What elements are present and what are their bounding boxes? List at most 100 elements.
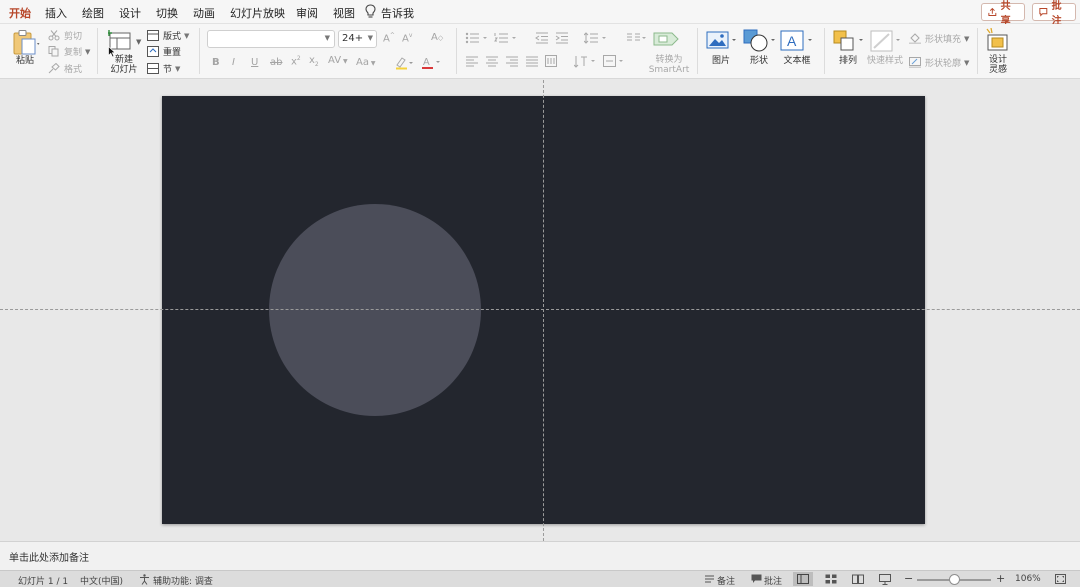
pen-outline-icon — [909, 57, 921, 68]
horizontal-guide[interactable] — [0, 309, 1080, 310]
section-button[interactable]: 节 ▼ — [147, 62, 180, 75]
ribbon-divider — [824, 28, 825, 74]
align-text-icon[interactable] — [603, 55, 629, 71]
decrease-font-icon[interactable]: Av — [402, 32, 412, 44]
comments-toggle[interactable]: 批注 — [764, 574, 782, 587]
notes-toggle[interactable]: 备注 — [717, 574, 735, 587]
language-indicator[interactable]: 中文(中国) — [80, 574, 123, 587]
reading-view-button[interactable] — [848, 572, 868, 586]
zoom-out-button[interactable]: − — [904, 572, 913, 585]
paste-label: 粘贴 — [15, 56, 34, 66]
picture-label: 图片 — [711, 56, 730, 66]
shapes-button[interactable] — [743, 29, 777, 56]
vertical-guide[interactable] — [543, 80, 544, 541]
decrease-indent-icon[interactable] — [535, 32, 549, 47]
copy-label: 复制 — [64, 48, 83, 58]
character-spacing-icon[interactable]: AV ▼ — [328, 55, 348, 66]
align-center-icon[interactable] — [486, 56, 498, 70]
tab-transitions[interactable]: 切换 — [156, 5, 178, 21]
increase-indent-icon[interactable] — [555, 32, 569, 47]
zoom-in-button[interactable]: + — [996, 572, 1005, 585]
new-slide-chevron-icon[interactable]: ▼ — [136, 38, 141, 46]
italic-icon[interactable]: I — [232, 57, 235, 68]
shape-fill-label: 形状填充 — [925, 35, 962, 45]
strikethrough-icon[interactable]: ab — [270, 57, 282, 68]
align-left-icon[interactable] — [466, 56, 478, 70]
designer-icon — [986, 27, 1008, 51]
justify-icon[interactable] — [526, 56, 538, 70]
tab-view[interactable]: 视图 — [333, 5, 355, 21]
copy-button[interactable]: 复制 ▼ — [48, 45, 90, 58]
clear-formatting-icon[interactable]: A◇ — [431, 32, 443, 43]
align-right-icon[interactable] — [506, 56, 518, 70]
subscript-icon[interactable]: x2 — [309, 55, 319, 68]
scissors-icon — [48, 30, 60, 41]
slide-sorter-button[interactable] — [821, 572, 841, 586]
notes-icon — [704, 574, 715, 587]
font-color-icon[interactable]: A — [421, 55, 443, 73]
bold-icon[interactable]: B — [212, 57, 220, 68]
shape-outline-button[interactable]: 形状轮廓 ▼ — [909, 56, 969, 69]
tell-me-search[interactable]: 告诉我 — [381, 5, 414, 21]
tab-animations[interactable]: 动画 — [193, 5, 215, 21]
arrange-button[interactable] — [833, 30, 867, 55]
line-spacing-icon[interactable] — [583, 32, 610, 47]
change-case-icon[interactable]: Aa ▼ — [356, 57, 376, 68]
slideshow-button[interactable] — [875, 572, 895, 586]
picture-icon — [706, 31, 736, 49]
arrange-label: 排列 — [838, 56, 857, 66]
underline-icon[interactable]: U — [251, 57, 258, 68]
slide-editing-pane[interactable] — [0, 80, 1080, 541]
numbering-icon[interactable] — [494, 32, 520, 47]
cut-button[interactable]: 剪切 — [48, 29, 82, 42]
svg-text:A: A — [787, 33, 797, 49]
tab-slideshow[interactable]: 幻灯片放映 — [230, 5, 285, 21]
share-label: 共享 — [1000, 1, 1011, 27]
tab-design[interactable]: 设计 — [119, 5, 141, 21]
columns-icon[interactable] — [626, 32, 648, 47]
increase-font-icon[interactable]: A^ — [383, 32, 395, 44]
brush-icon — [48, 62, 60, 74]
picture-button[interactable] — [706, 30, 738, 55]
format-painter-button[interactable]: 格式 — [48, 62, 82, 75]
cut-label: 剪切 — [64, 32, 83, 42]
circle-shape[interactable] — [269, 204, 481, 416]
bullets-icon[interactable] — [465, 32, 491, 47]
paste-icon — [13, 30, 40, 55]
normal-view-button[interactable] — [793, 572, 813, 586]
reset-button[interactable]: 重置 — [147, 45, 181, 58]
tab-review[interactable]: 审阅 — [296, 5, 318, 21]
quick-styles-button[interactable] — [869, 29, 905, 56]
mouse-cursor-icon — [108, 45, 117, 61]
text-direction-icon[interactable] — [573, 55, 600, 71]
comments-button[interactable]: 批注 — [1032, 1, 1076, 27]
font-size-value: 24+ — [342, 33, 364, 44]
menu-tab-bar: 开始 插入 绘图 设计 切换 动画 幻灯片放映 审阅 视图 告诉我 共享 批注 — [0, 0, 1080, 27]
textbox-icon: A — [780, 30, 812, 51]
comment-icon — [751, 574, 762, 587]
share-button[interactable]: 共享 — [981, 1, 1025, 27]
zoom-level[interactable]: 106% — [1015, 574, 1041, 584]
distributed-align-icon[interactable] — [545, 55, 557, 70]
accessibility-status[interactable]: 辅助功能: 调查 — [153, 574, 213, 587]
normal-view-icon — [797, 574, 809, 584]
shape-fill-button[interactable]: 形状填充 ▼ — [909, 32, 969, 45]
tab-home[interactable]: 开始 — [8, 5, 32, 27]
chevron-down-icon: ▼ — [85, 47, 91, 56]
textbox-button[interactable]: A — [780, 30, 816, 55]
smartart-icon[interactable] — [653, 30, 681, 51]
notes-placeholder: 单击此处添加备注 — [9, 553, 89, 564]
tab-insert[interactable]: 插入 — [45, 5, 67, 21]
convert-smartart-label: 转换为 SmartArt — [648, 55, 690, 75]
superscript-icon[interactable]: x2 — [291, 55, 301, 67]
highlight-color-icon[interactable] — [395, 56, 415, 73]
comment-icon — [1039, 8, 1048, 17]
fit-to-window-icon[interactable] — [1055, 574, 1066, 587]
font-name-input[interactable]: ▼ — [207, 30, 335, 48]
notes-pane[interactable]: 单击此处添加备注 — [0, 541, 1080, 570]
designer-button[interactable] — [985, 27, 1011, 55]
font-size-input[interactable]: 24+ ▼ — [338, 30, 377, 48]
layout-button[interactable]: 版式 ▼ — [147, 29, 189, 42]
zoom-slider-thumb[interactable] — [949, 574, 960, 585]
tab-draw[interactable]: 绘图 — [82, 5, 104, 21]
